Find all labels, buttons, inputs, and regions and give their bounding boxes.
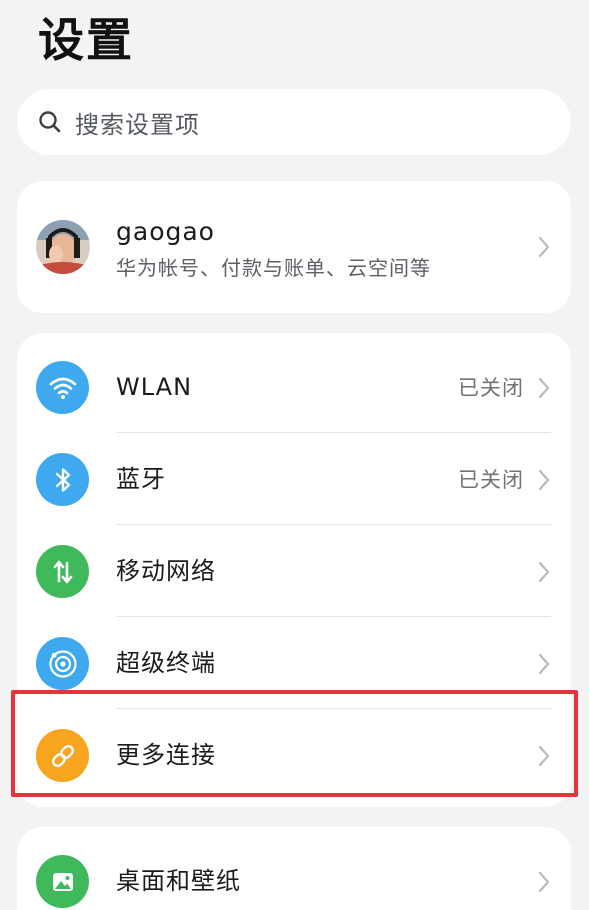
- account-subtitle: 华为帐号、付款与账单、云空间等: [116, 256, 431, 280]
- page-title: 设置: [38, 13, 134, 67]
- account-card[interactable]: gaogao 华为帐号、付款与账单、云空间等: [17, 181, 571, 313]
- link-icon: [36, 729, 89, 782]
- settings-item-label: 桌面和壁纸: [116, 867, 241, 895]
- chevron-right-icon: [538, 745, 550, 767]
- connectivity-card: WLAN 已关闭 蓝牙 已关闭 移动网络 超级终端 更多连接: [17, 333, 571, 807]
- settings-item-wlan[interactable]: WLAN 已关闭: [17, 341, 571, 433]
- status-text: 已关闭: [458, 468, 524, 492]
- settings-item-label: 更多连接: [116, 741, 216, 769]
- chevron-right-icon: [538, 469, 550, 491]
- bluetooth-icon: [36, 453, 89, 506]
- settings-item-mobile-network[interactable]: 移动网络: [17, 525, 571, 617]
- chevron-right-icon: [538, 653, 550, 675]
- super-device-icon: [36, 637, 89, 690]
- chevron-right-icon: [538, 377, 550, 399]
- chevron-right-icon: [538, 871, 550, 893]
- settings-item-bluetooth[interactable]: 蓝牙 已关闭: [17, 433, 571, 525]
- avatar: [36, 220, 90, 274]
- wallpaper-icon: [36, 855, 89, 908]
- status-text: 已关闭: [458, 376, 524, 400]
- mobile-data-icon: [36, 545, 89, 598]
- display-card: 桌面和壁纸: [17, 827, 571, 910]
- wifi-icon: [36, 361, 89, 414]
- search-icon: [39, 111, 61, 133]
- settings-item-home-wallpaper[interactable]: 桌面和壁纸: [17, 835, 571, 910]
- search-bar[interactable]: 搜索设置项: [17, 89, 571, 155]
- settings-page: 设置 搜索设置项 gaogao 华为帐号、付款与账单、云空间等 WLAN 已关闭…: [0, 0, 589, 910]
- chevron-right-icon: [538, 236, 550, 258]
- settings-item-label: 超级终端: [116, 649, 216, 677]
- settings-item-more-connections[interactable]: 更多连接: [17, 709, 571, 801]
- settings-item-label: 移动网络: [116, 557, 216, 585]
- chevron-right-icon: [538, 561, 550, 583]
- search-placeholder: 搜索设置项: [75, 110, 200, 139]
- account-name: gaogao: [116, 217, 215, 246]
- settings-item-super-device[interactable]: 超级终端: [17, 617, 571, 709]
- settings-item-label: 蓝牙: [116, 465, 166, 493]
- settings-item-label: WLAN: [116, 373, 193, 401]
